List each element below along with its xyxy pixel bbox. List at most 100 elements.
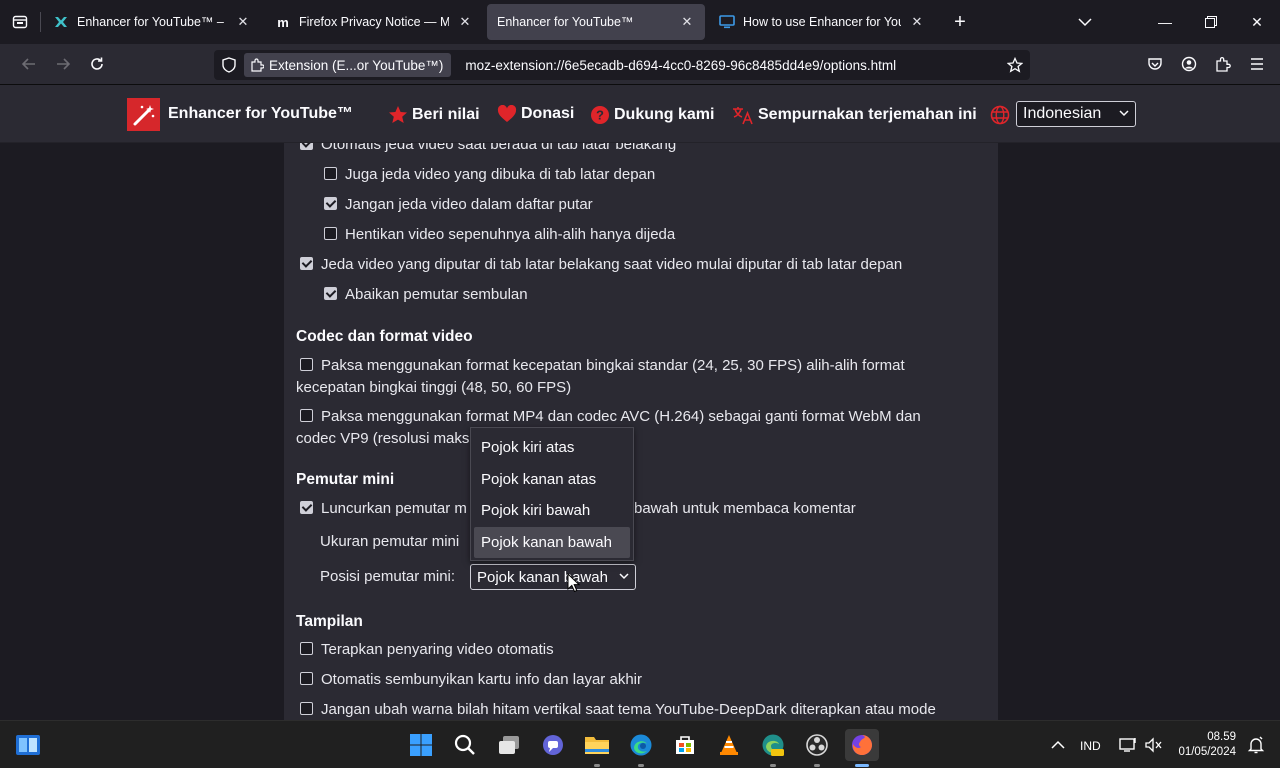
close-tab-icon[interactable]: ✕ <box>909 14 925 30</box>
dropdown-option-selected[interactable]: Pojok kanan bawah <box>474 526 630 558</box>
translate-icon <box>733 107 753 125</box>
store-icon[interactable] <box>669 729 701 761</box>
checkbox[interactable] <box>300 358 313 371</box>
system-clock[interactable]: 08.59 01/05/2024 <box>1178 730 1236 760</box>
option-bg-pause-playlist[interactable]: Jangan jeda video dalam daftar putar <box>324 194 593 216</box>
minimize-button[interactable]: — <box>1142 0 1188 44</box>
list-all-tabs-button[interactable] <box>1062 0 1108 44</box>
new-tab-button[interactable]: + <box>943 5 977 39</box>
reload-button[interactable] <box>80 48 114 80</box>
checkbox[interactable] <box>324 167 337 180</box>
navigation-bar: Extension (E...or YouTube™) moz-extensio… <box>0 44 1280 85</box>
vlc-icon[interactable] <box>713 729 745 761</box>
tab-separator <box>40 12 41 32</box>
back-arrow-icon <box>21 58 35 70</box>
heart-icon <box>497 105 517 122</box>
tab-enhancer-amo[interactable]: Enhancer for YouTube™ – Get th ✕ <box>43 4 261 40</box>
pocket-button[interactable] <box>1138 48 1172 80</box>
volume-muted-icon[interactable] <box>1138 729 1170 761</box>
checkbox-checked[interactable] <box>324 197 337 210</box>
obs-icon[interactable] <box>801 729 833 767</box>
chat-icon[interactable] <box>537 729 569 761</box>
close-window-button[interactable]: ✕ <box>1234 0 1280 44</box>
extensions-button[interactable] <box>1206 48 1240 80</box>
edge-canary-icon[interactable] <box>757 729 789 767</box>
globe-icon <box>990 105 1010 125</box>
section-heading-codec: Codec dan format video <box>296 328 473 345</box>
notifications-icon[interactable] <box>1240 729 1272 761</box>
option-bg-pause[interactable]: Otomatis jeda video saat berada di tab l… <box>300 143 676 156</box>
url-bar[interactable]: Extension (E...or YouTube™) moz-extensio… <box>214 50 1030 80</box>
support-label: Dukung kami <box>614 106 715 123</box>
menu-button[interactable] <box>1240 48 1274 80</box>
close-tab-icon[interactable]: ✕ <box>457 14 473 30</box>
rate-link[interactable]: Beri nilai <box>388 105 480 125</box>
checkbox[interactable] <box>300 702 313 715</box>
task-view-icon[interactable] <box>493 729 525 761</box>
dropdown-option[interactable]: Pojok kanan atas <box>474 464 630 496</box>
widgets-icon[interactable] <box>12 729 44 761</box>
close-tab-icon[interactable]: ✕ <box>235 14 251 30</box>
lifebuoy-icon: ? <box>591 106 609 124</box>
show-hidden-icons-chevron-up-icon[interactable] <box>1042 729 1074 761</box>
dropdown-option[interactable]: Pojok kiri bawah <box>474 495 630 527</box>
option-codec-fps[interactable]: Paksa menggunakan format kecepatan bingk… <box>300 355 905 377</box>
close-tab-icon[interactable]: ✕ <box>679 14 695 30</box>
firefox-icon[interactable] <box>845 729 879 767</box>
option-mini-launch-tail: bawah untuk membaca komentar <box>634 500 856 517</box>
option-fg-ignore-popup[interactable]: Abaikan pemutar sembulan <box>324 284 528 306</box>
search-icon[interactable] <box>449 729 481 761</box>
input-language-indicator[interactable]: IND <box>1080 739 1101 753</box>
section-heading-mini: Pemutar mini <box>296 471 395 488</box>
donate-label: Donasi <box>521 105 575 122</box>
tab-title: Enhancer for YouTube™ – Get th <box>77 15 227 29</box>
restore-button[interactable] <box>1188 0 1234 44</box>
url-text[interactable]: moz-extension://6e5ecadb-d694-4cc0-8269-… <box>465 58 896 73</box>
extensions-puzzle-icon <box>1216 57 1231 72</box>
checkbox-checked[interactable] <box>300 143 313 150</box>
back-button[interactable] <box>12 48 46 80</box>
option-fg-pause[interactable]: Jeda video yang diputar di tab latar bel… <box>300 254 902 276</box>
option-codec-mp4[interactable]: Paksa menggunakan format MP4 dan codec A… <box>300 406 921 428</box>
tab-how-to-use[interactable]: How to use Enhancer for YouTu ✕ <box>709 4 935 40</box>
translate-label: Sempurnakan terjemahan ini <box>758 106 977 123</box>
checkbox[interactable] <box>324 227 337 240</box>
translate-link[interactable]: Sempurnakan terjemahan ini <box>732 105 977 125</box>
identity-box[interactable]: Extension (E...or YouTube™) <box>244 53 452 77</box>
option-codec-mp4-line2: codec VP9 (resolusi maks <box>296 430 470 447</box>
firefox-view-button[interactable] <box>0 0 40 44</box>
forward-button[interactable] <box>46 48 80 80</box>
option-display-bars[interactable]: Jangan ubah warna bilah hitam vertikal s… <box>300 699 936 720</box>
checkbox-checked[interactable] <box>300 257 313 270</box>
start-icon[interactable] <box>405 729 437 761</box>
tab-title: Firefox Privacy Notice — Mozill <box>299 15 449 29</box>
dropdown-option[interactable]: Pojok kiri atas <box>474 432 630 464</box>
mini-position-select[interactable]: Pojok kanan bawah <box>470 564 636 590</box>
option-bg-stop[interactable]: Hentikan video sepenuhnya alih-alih hany… <box>324 224 675 246</box>
checkbox-checked[interactable] <box>324 287 337 300</box>
file-explorer-icon[interactable] <box>581 729 613 767</box>
option-display-filter[interactable]: Terapkan penyaring video otomatis <box>300 639 554 661</box>
checkbox[interactable] <box>300 642 313 655</box>
option-mini-launch[interactable]: Luncurkan pemutar m <box>300 498 467 520</box>
forward-arrow-icon <box>57 58 71 70</box>
tracking-protection-icon[interactable] <box>214 57 244 73</box>
support-link[interactable]: ? Dukung kami <box>590 105 714 125</box>
options-scroll-area[interactable]: Otomatis jeda video saat berada di tab l… <box>0 143 1280 720</box>
account-button[interactable] <box>1172 48 1206 80</box>
tab-firefox-privacy[interactable]: m Firefox Privacy Notice — Mozill ✕ <box>265 4 483 40</box>
pocket-icon <box>1148 58 1162 70</box>
checkbox[interactable] <box>300 672 313 685</box>
bookmark-star-icon[interactable] <box>1000 57 1030 73</box>
checkbox-checked[interactable] <box>300 501 313 514</box>
edge-icon[interactable] <box>625 729 657 767</box>
tab-enhancer-options[interactable]: Enhancer for YouTube™ ✕ <box>487 4 705 40</box>
option-display-cards[interactable]: Otomatis sembunyikan kartu info dan laya… <box>300 669 642 691</box>
donate-link[interactable]: Donasi <box>497 105 574 123</box>
puzzle-piece-icon <box>251 58 264 72</box>
language-select[interactable]: Indonesian <box>1016 101 1136 127</box>
option-bg-pause-fg[interactable]: Juga jeda video yang dibuka di tab latar… <box>324 164 655 186</box>
checkbox[interactable] <box>300 409 313 422</box>
chevron-down-icon <box>1078 18 1092 27</box>
mozilla-favicon-icon: m <box>277 14 289 30</box>
